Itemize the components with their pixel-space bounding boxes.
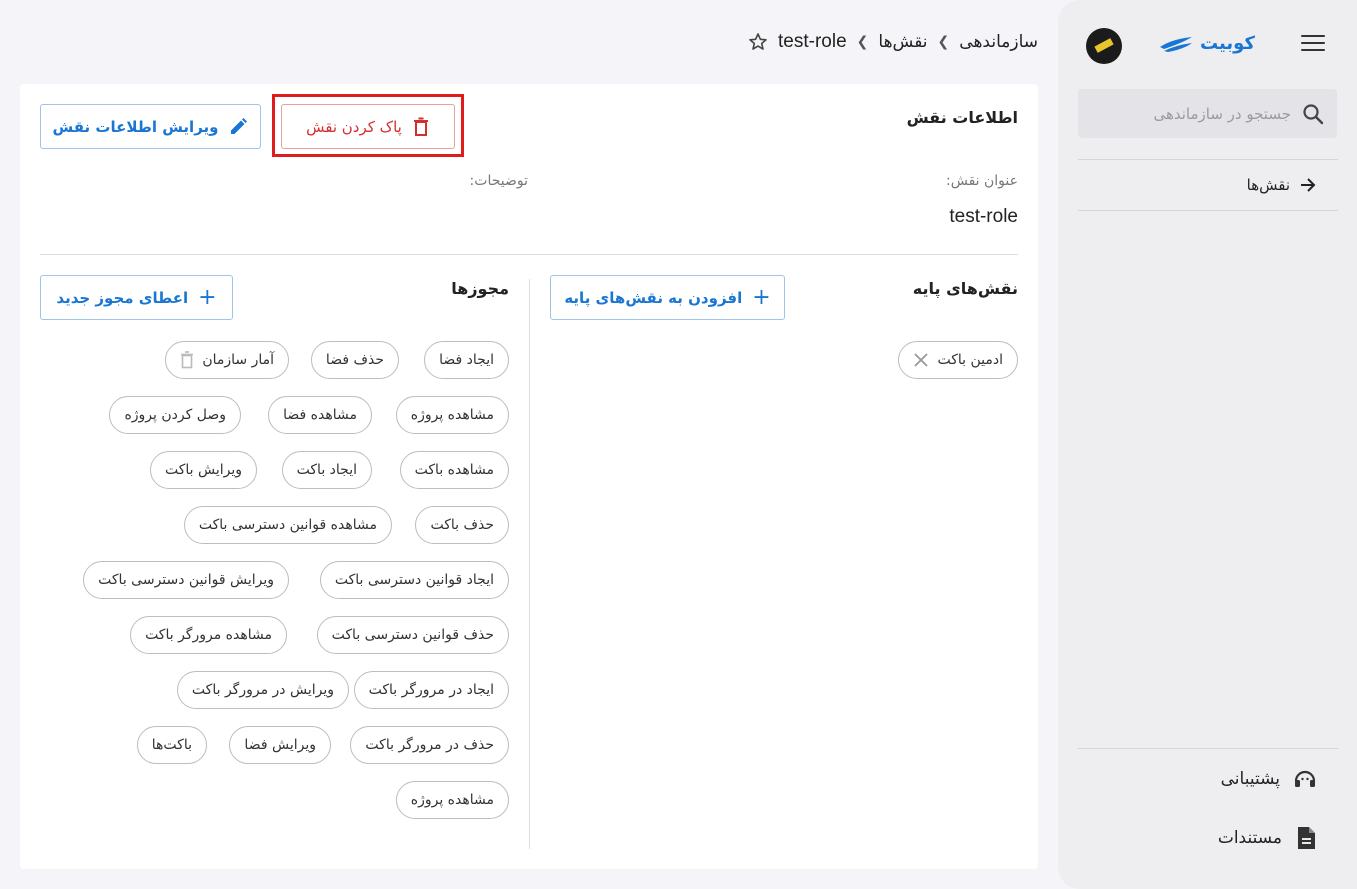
- chip-label: ادمین باکت: [937, 352, 1003, 368]
- edit-role-label: ویرایش اطلاعات نقش: [52, 117, 219, 136]
- chip-label: ایجاد فضا: [439, 352, 494, 368]
- brand-name: کوبیت: [1200, 32, 1255, 54]
- star-icon[interactable]: [748, 32, 768, 52]
- chip-label: ویرایش در مرورگر باکت: [191, 682, 334, 698]
- menu-icon[interactable]: [1301, 35, 1325, 53]
- permission-chip: ویرایش باکت: [149, 451, 257, 489]
- sidebar: کوبیت نقش‌ها پشتیبانی: [1058, 0, 1357, 889]
- role-title-label: عنوان نقش:: [946, 173, 1018, 189]
- permission-chip: ویرایش فضا: [229, 726, 331, 764]
- permission-chip: حذف در مرورگر باکت: [350, 726, 509, 764]
- delete-role-button[interactable]: پاک کردن نقش: [281, 104, 455, 149]
- chip-label: ویرایش قوانین دسترسی باکت: [98, 572, 274, 588]
- support-headset-icon: [1294, 770, 1316, 787]
- chip-label: ایجاد قوانین دسترسی باکت: [334, 572, 494, 588]
- trash-icon[interactable]: [180, 351, 194, 369]
- permission-chip: مشاهده پروژه: [395, 396, 509, 434]
- permission-chip: مشاهده پروژه: [395, 781, 509, 819]
- permission-chip: حذف فضا: [310, 341, 399, 379]
- search-input[interactable]: [1090, 104, 1291, 123]
- arrow-right-icon: [1301, 178, 1316, 192]
- permission-chip: مشاهده قوانین دسترسی باکت: [183, 506, 392, 544]
- chip-label: وصل کردن پروژه: [124, 407, 226, 423]
- pencil-icon: [231, 117, 248, 134]
- org-search[interactable]: [1078, 89, 1337, 138]
- divider: [1078, 159, 1338, 160]
- permission-chip: ایجاد باکت: [281, 451, 372, 489]
- chip-label: مشاهده پروژه: [410, 792, 494, 808]
- permission-chip: ایجاد در مرورگر باکت: [353, 671, 509, 709]
- grant-permission-button[interactable]: + اعطای مجوز جدید: [40, 275, 233, 320]
- column-divider: [529, 279, 530, 849]
- delete-role-label: پاک کردن نقش: [306, 117, 402, 136]
- chip-label: ویرایش فضا: [244, 737, 316, 753]
- chip-label: مشاهده فضا: [283, 407, 357, 423]
- plus-icon: +: [752, 285, 771, 310]
- sidebar-item-roles[interactable]: نقش‌ها: [1078, 168, 1338, 202]
- org-avatar[interactable]: [1086, 28, 1122, 64]
- close-icon[interactable]: [913, 352, 929, 368]
- brand-logo[interactable]: کوبیت: [1158, 28, 1255, 58]
- sidebar-item-support[interactable]: پشتیبانی: [1078, 761, 1338, 797]
- chip-label: ویرایش باکت: [164, 462, 242, 478]
- search-icon: [1303, 103, 1324, 124]
- chevron-left-icon: ❯: [856, 34, 869, 50]
- breadcrumb: سازماندهی ❯ نقش‌ها ❯ test-role: [748, 28, 1038, 56]
- chip-label: مشاهده باکت: [414, 462, 494, 478]
- permission-chip: ایجاد فضا: [424, 341, 509, 379]
- chip-label: ایجاد باکت: [296, 462, 357, 478]
- add-base-role-button[interactable]: + افزودن به نقش‌های پایه: [550, 275, 785, 320]
- chevron-left-icon: ❯: [937, 34, 950, 50]
- sidebar-item-label: نقش‌ها: [1246, 176, 1290, 194]
- base-role-chip[interactable]: ادمین باکت: [898, 341, 1018, 379]
- breadcrumb-org[interactable]: سازماندهی: [959, 32, 1038, 52]
- add-base-role-label: افزودن به نقش‌های پایه: [564, 288, 743, 307]
- chip-label: مشاهده قوانین دسترسی باکت: [198, 517, 377, 533]
- permission-chip: مشاهده باکت: [399, 451, 509, 489]
- support-label: پشتیبانی: [1220, 769, 1280, 789]
- permissions-title: مجوزها: [451, 279, 509, 298]
- divider: [1078, 210, 1338, 211]
- permission-chip: حذف قوانین دسترسی باکت: [316, 616, 509, 654]
- permission-chip: وصل کردن پروژه: [109, 396, 241, 434]
- grant-permission-label: اعطای مجوز جدید: [56, 288, 189, 307]
- plus-icon: +: [198, 285, 217, 310]
- chip-label: حذف باکت: [430, 517, 494, 533]
- chip-label: حذف قوانین دسترسی باکت: [331, 627, 494, 643]
- docs-label: مستندات: [1217, 828, 1282, 848]
- permission-chip: ایجاد قوانین دسترسی باکت: [319, 561, 509, 599]
- role-info-title: اطلاعات نقش: [906, 108, 1018, 127]
- chip-label: باکت‌ها: [151, 737, 192, 753]
- breadcrumb-current: test-role: [778, 31, 847, 52]
- permission-chip[interactable]: آمار سازمان: [165, 341, 289, 379]
- chip-label: حذف در مرورگر باکت: [365, 737, 494, 753]
- breadcrumb-roles[interactable]: نقش‌ها: [878, 32, 927, 52]
- chip-label: مشاهده پروژه: [410, 407, 494, 423]
- trash-icon: [413, 117, 428, 136]
- permission-chip: ویرایش قوانین دسترسی باکت: [83, 561, 289, 599]
- sidebar-item-docs[interactable]: مستندات: [1078, 820, 1338, 856]
- permission-chip: ویرایش در مرورگر باکت: [176, 671, 349, 709]
- chip-label: مشاهده مرورگر باکت: [145, 627, 272, 643]
- permission-chip: حذف باکت: [415, 506, 509, 544]
- chip-label: آمار سازمان: [202, 352, 274, 368]
- base-roles-title: نقش‌های پایه: [912, 279, 1018, 298]
- document-icon: [1298, 827, 1315, 849]
- permission-chip: مشاهده فضا: [268, 396, 372, 434]
- boat-logo-icon: [1160, 37, 1192, 52]
- edit-role-button[interactable]: ویرایش اطلاعات نقش: [40, 104, 261, 149]
- section-divider: [40, 254, 1018, 255]
- permission-chip: مشاهده مرورگر باکت: [130, 616, 287, 654]
- role-description-label: توضیحات:: [469, 173, 528, 189]
- permission-chip: باکت‌ها: [136, 726, 207, 764]
- divider: [1078, 748, 1338, 749]
- role-title-value: test-role: [949, 206, 1018, 227]
- role-details-card: اطلاعات نقش پاک کردن نقش ویرایش اطلاعات …: [20, 84, 1038, 869]
- chip-label: ایجاد در مرورگر باکت: [368, 682, 494, 698]
- chip-label: حذف فضا: [325, 352, 384, 368]
